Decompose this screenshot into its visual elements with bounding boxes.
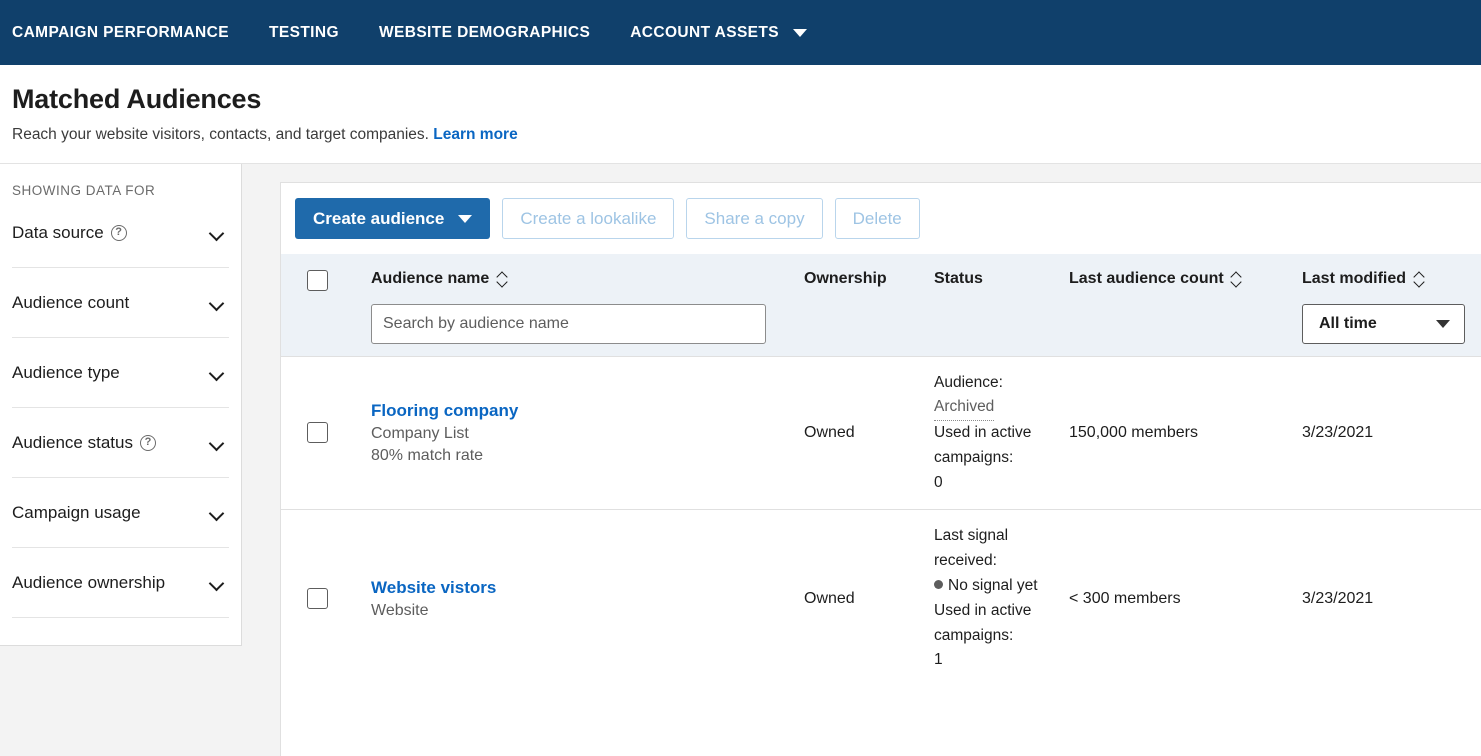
last-modified-cell: 3/23/2021 [1302,423,1374,441]
nav-item-label: ACCOUNT ASSETS [630,23,780,41]
filter-label: Audience status [12,432,133,452]
chevron-down-icon [209,438,225,448]
nav-item-campaign-performance[interactable]: CAMPAIGN PERFORMANCE [12,24,229,42]
chevron-down-icon [458,214,473,223]
chevron-down-icon [1436,320,1450,328]
filter-label: Audience type [12,362,120,382]
showing-data-for-label: SHOWING DATA FOR [12,183,156,198]
learn-more-link[interactable]: Learn more [433,126,517,143]
status-label: Audience: [934,373,1003,391]
create-audience-label: Create audience [313,208,445,228]
select-all-checkbox[interactable] [307,270,328,291]
campaign-usage-value: 1 [934,651,943,669]
audience-match-rate: 80% match rate [371,446,484,464]
filter-label: Audience ownership [12,572,166,592]
campaign-usage-label: Used in active campaigns: [934,601,1032,644]
audience-name-cell: Flooring company Company List 80% match … [371,356,804,510]
delete-button[interactable]: Delete [834,198,920,239]
page-body: SHOWING DATA FOR Data source ? Audience … [0,163,1481,756]
chevron-down-icon [209,228,225,238]
table-header-row: Audience name Ownership Status [281,254,1481,356]
row-select-cell [281,356,371,510]
nav-item-account-assets[interactable]: ACCOUNT ASSETS [630,23,808,42]
last-modified-header: Last modified All time [1302,254,1481,356]
table-row[interactable]: Flooring company Company List 80% match … [281,356,1481,510]
sidebar-filter-campaign-usage[interactable]: Campaign usage [12,478,229,548]
audience-type-label: Company List [371,424,469,442]
campaign-usage-value: 0 [934,473,943,491]
select-all-header [281,254,371,356]
audience-name-cell: Website vistors Website [371,510,804,687]
audience-type-label: Website [371,601,429,619]
filters-sidebar: SHOWING DATA FOR Data source ? Audience … [0,164,242,646]
sidebar-filter-audience-ownership[interactable]: Audience ownership [12,548,229,618]
row-checkbox[interactable] [307,422,328,444]
column-label: Status [934,270,983,287]
create-lookalike-button[interactable]: Create a lookalike [502,198,675,239]
table-row[interactable]: Website vistors Website Owned Last signa… [281,509,1481,687]
chevron-down-icon [793,28,808,37]
chevron-down-icon [209,368,225,378]
create-audience-button[interactable]: Create audience [295,198,491,239]
sort-icon[interactable] [1231,271,1244,288]
row-checkbox[interactable] [307,588,328,610]
top-navigation-bar: CAMPAIGN PERFORMANCE TESTING WEBSITE DEM… [0,0,1481,65]
main-content: Create audience Create a lookalike Share… [242,164,1481,756]
campaign-usage-label: Used in active campaigns: [934,424,1032,466]
status-value: No signal yet [948,577,1038,595]
sidebar-filter-audience-count[interactable]: Audience count [12,268,229,338]
nav-item-label: TESTING [268,23,339,41]
filter-label: Data source [12,222,104,242]
audiences-toolbar: Create audience Create a lookalike Share… [281,183,1481,254]
page-header: Matched Audiences Reach your website vis… [0,65,1481,163]
last-audience-count-header: Last audience count [1069,254,1302,356]
status-dot-icon [934,580,943,590]
sidebar-filter-data-source[interactable]: Data source ? [12,198,229,268]
nav-item-label: CAMPAIGN PERFORMANCE [12,23,229,41]
page-subtitle-text: Reach your website visitors, contacts, a… [12,126,429,143]
row-select-cell [281,510,371,687]
audiences-card: Create audience Create a lookalike Share… [280,182,1481,756]
share-a-copy-button[interactable]: Share a copy [686,198,823,239]
column-label: Audience name [371,270,490,287]
audiences-table: Audience name Ownership Status [281,254,1481,687]
status-cell: Audience: Archived Used in active campai… [934,356,1069,510]
sidebar-filter-audience-status[interactable]: Audience status ? [12,408,229,478]
ownership-cell: Owned [804,589,855,607]
last-audience-count-cell: 150,000 members [1069,423,1198,441]
last-modified-cell: 3/23/2021 [1302,589,1374,607]
time-range-dropdown[interactable]: All time [1302,304,1465,344]
filter-label: Campaign usage [12,502,141,522]
chevron-down-icon [209,578,225,588]
nav-item-website-demographics[interactable]: WEBSITE DEMOGRAPHICS [379,24,590,42]
ownership-cell: Owned [804,423,855,441]
audience-name-link[interactable]: Website vistors [371,578,496,597]
sidebar-filter-audience-type[interactable]: Audience type [12,338,229,408]
status-header: Status [934,254,1069,356]
chevron-down-icon [209,508,225,518]
chevron-down-icon [209,298,225,308]
search-input[interactable] [371,304,766,344]
status-badge[interactable]: Archived [934,395,995,422]
column-label: Last audience count [1069,270,1224,287]
last-audience-count-cell: < 300 members [1069,589,1181,607]
column-label: Ownership [804,270,887,287]
page-title: Matched Audiences [12,84,262,114]
nav-item-testing[interactable]: TESTING [269,24,339,42]
status-label: Last signal received: [934,527,1009,570]
help-icon[interactable]: ? [110,224,127,241]
filter-label: Audience count [12,292,130,312]
ownership-header: Ownership [804,254,934,356]
sort-icon[interactable] [1413,271,1426,288]
page-subtitle: Reach your website visitors, contacts, a… [12,126,1481,144]
column-label: Last modified [1302,270,1407,287]
time-range-value: All time [1319,315,1377,332]
help-icon[interactable]: ? [139,434,156,451]
nav-item-label: WEBSITE DEMOGRAPHICS [378,23,591,41]
audience-name-link[interactable]: Flooring company [371,401,518,420]
status-cell: Last signal received: No signal yet Used… [934,510,1069,687]
sort-icon[interactable] [496,271,509,288]
audience-name-header: Audience name [371,254,804,356]
